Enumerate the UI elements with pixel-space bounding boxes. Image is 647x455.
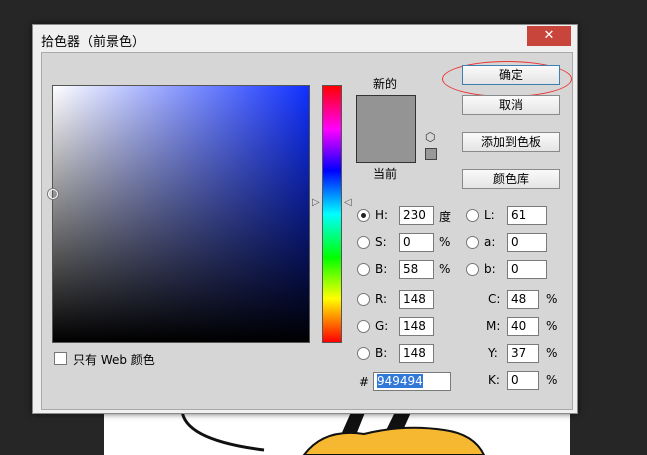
yellow-label: Y: — [488, 346, 498, 360]
canvas-artwork — [180, 410, 486, 455]
blue-input[interactable]: 148 — [399, 344, 434, 363]
lab-a-radio[interactable] — [466, 236, 479, 249]
red-input[interactable]: 148 — [399, 290, 434, 309]
websafe-swatch-icon[interactable] — [425, 148, 437, 160]
lab-a-label: a: — [484, 235, 496, 249]
yellow-unit: % — [546, 346, 558, 360]
close-icon: ✕ — [543, 28, 555, 43]
lab-l-input[interactable]: 61 — [507, 206, 547, 225]
lab-l-label: L: — [484, 208, 495, 222]
green-radio[interactable] — [357, 320, 370, 333]
brightness-radio[interactable] — [357, 263, 370, 276]
title-bar: 拾色器（前景色） ✕ — [33, 25, 577, 52]
magenta-input[interactable]: 40 — [507, 317, 539, 336]
lab-b-radio[interactable] — [466, 263, 479, 276]
brightness-label: B: — [375, 262, 388, 276]
yellow-input[interactable]: 37 — [507, 344, 539, 363]
dialog-body: ▷ ◁ 新的 当前 ⬡ 确定 取消 添加到色板 颜色库 H: 230 度 S: … — [41, 52, 573, 410]
hue-input[interactable]: 230 — [399, 206, 434, 225]
hue-label: H: — [375, 208, 389, 222]
cancel-button[interactable]: 取消 — [462, 95, 560, 115]
new-color-swatch — [356, 95, 416, 163]
cyan-input[interactable]: 48 — [507, 290, 539, 309]
blue-radio[interactable] — [357, 347, 370, 360]
current-color-label: 当前 — [373, 167, 398, 181]
saturation-unit: % — [439, 235, 451, 249]
brightness-unit: % — [439, 262, 451, 276]
black-input[interactable]: 0 — [507, 371, 539, 390]
hue-slider-right-arrow-icon[interactable]: ◁ — [344, 197, 352, 208]
background-canvas — [104, 410, 570, 455]
brightness-input[interactable]: 58 — [399, 260, 434, 279]
color-field[interactable] — [48, 85, 310, 343]
lab-l-radio[interactable] — [466, 209, 479, 222]
hue-radio[interactable] — [357, 209, 370, 222]
cyan-label: C: — [488, 292, 501, 306]
green-label: G: — [375, 319, 389, 333]
lab-a-input[interactable]: 0 — [507, 233, 547, 252]
blue-label: B: — [375, 346, 388, 360]
lab-b-label: b: — [484, 262, 496, 276]
hex-input[interactable]: 949494 — [373, 372, 451, 391]
hue-slider[interactable] — [322, 85, 342, 343]
magenta-unit: % — [546, 319, 558, 333]
saturation-radio[interactable] — [357, 236, 370, 249]
color-libraries-button[interactable]: 颜色库 — [462, 169, 560, 189]
cyan-unit: % — [546, 292, 558, 306]
lab-b-input[interactable]: 0 — [507, 260, 547, 279]
red-radio[interactable] — [357, 293, 370, 306]
hue-unit: 度 — [439, 210, 452, 224]
color-field-marker[interactable] — [48, 189, 58, 199]
web-colors-only-label: 只有 Web 颜色 — [73, 353, 155, 367]
color-picker-dialog: 拾色器（前景色） ✕ ▷ ◁ 新的 当前 ⬡ 确定 取消 添加到色板 颜色库 H… — [32, 24, 578, 414]
hex-label: # — [359, 375, 370, 389]
saturation-label: S: — [375, 235, 387, 249]
out-of-gamut-cube-icon[interactable]: ⬡ — [425, 130, 435, 144]
magenta-label: M: — [486, 319, 501, 333]
saturation-input[interactable]: 0 — [399, 233, 434, 252]
hue-slider-left-arrow-icon[interactable]: ▷ — [312, 197, 320, 208]
green-input[interactable]: 148 — [399, 317, 434, 336]
dialog-title: 拾色器（前景色） — [41, 35, 146, 50]
hex-value: 949494 — [377, 374, 423, 388]
black-unit: % — [546, 373, 558, 387]
web-colors-only-checkbox[interactable] — [54, 352, 67, 365]
new-color-label: 新的 — [373, 77, 398, 91]
black-label: K: — [488, 373, 500, 387]
ok-button[interactable]: 确定 — [462, 65, 560, 85]
red-label: R: — [375, 292, 388, 306]
close-button[interactable]: ✕ — [527, 26, 571, 46]
add-to-swatches-button[interactable]: 添加到色板 — [462, 132, 560, 152]
